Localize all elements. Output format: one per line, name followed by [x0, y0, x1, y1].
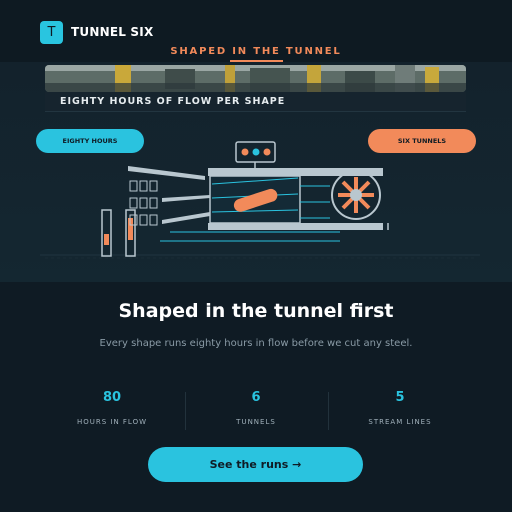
- stat-value: 6: [251, 390, 261, 405]
- stat-tunnels: 6 TUNNELS: [184, 390, 328, 426]
- pill-six-tunnels[interactable]: SIX TUNNELS: [368, 129, 476, 153]
- headline: Shaped in the tunnel first: [118, 300, 394, 322]
- stat-value: 5: [395, 390, 405, 405]
- stat-hours: 80 HOURS IN FLOW: [40, 390, 184, 426]
- fan-icon: [331, 170, 381, 220]
- stat-stream-lines: 5 STREAM LINES: [328, 390, 472, 426]
- wind-tunnel-diagram: [40, 141, 480, 259]
- hero-tag-underline: [230, 60, 283, 62]
- gauge-left: [101, 209, 112, 257]
- pill-eighty-hours[interactable]: EIGHTY HOURS: [36, 129, 144, 153]
- flow-grid: [129, 180, 158, 226]
- stat-label: TUNNELS: [236, 418, 276, 426]
- stat-label: HOURS IN FLOW: [76, 418, 148, 426]
- brand-name[interactable]: TUNNEL SIX: [71, 25, 153, 39]
- stat-value: 80: [102, 390, 122, 405]
- hero-tag: SHAPED IN THE TUNNEL: [170, 46, 342, 57]
- stat-label: STREAM LINES: [368, 418, 432, 426]
- machinery-photo: [45, 65, 466, 92]
- subhead: Every shape runs eighty hours in flow be…: [99, 338, 413, 349]
- hero-caption: EIGHTY HOURS OF FLOW PER SHAPE: [60, 96, 286, 107]
- see-runs-button[interactable]: See the runs →: [148, 447, 363, 482]
- hero-photo: [45, 65, 466, 92]
- tunnel-bottom-rail: [208, 223, 383, 230]
- logo-badge[interactable]: T: [40, 21, 63, 44]
